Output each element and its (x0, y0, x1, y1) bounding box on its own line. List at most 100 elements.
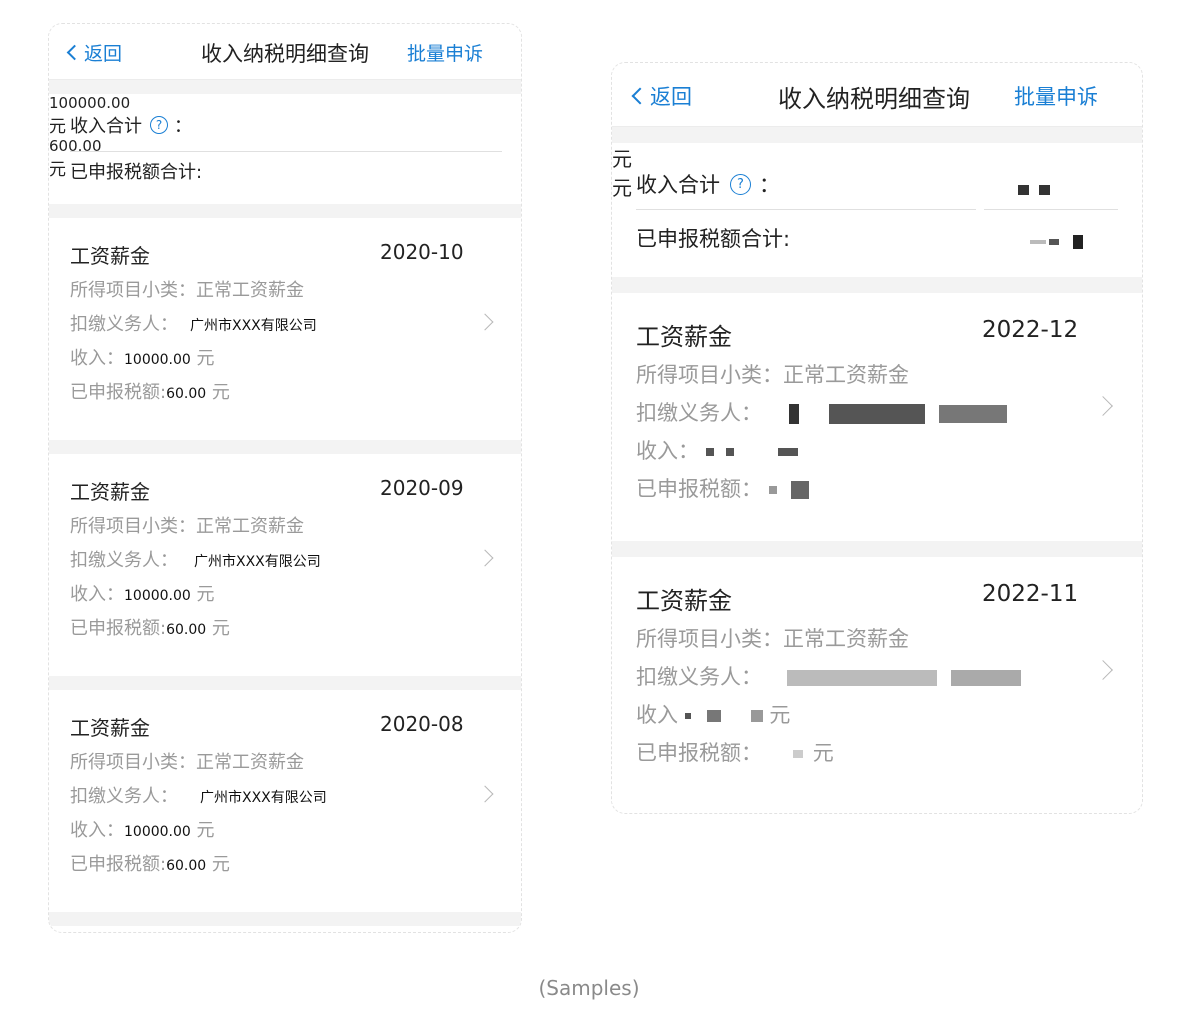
tax-total-value: 600.00 (49, 137, 102, 155)
subcategory-value: 正常工资薪金 (196, 752, 304, 773)
tax-value: 60.00 (166, 386, 207, 402)
income-line: 收入：10000.00 元 (70, 816, 215, 842)
subcategory-line: 所得项目小类：正常工资薪金 (636, 623, 909, 653)
tax-line: 已申报税额:60.00 元 (70, 614, 230, 640)
subcategory-label: 所得项目小类： (70, 516, 196, 537)
colon: ： (759, 173, 780, 197)
section-divider (49, 912, 521, 926)
tax-unit: 元 (211, 382, 230, 403)
phone-screenshot-left: 返回 收入纳税明细查询 批量申诉 收入合计 ? ： 100000.00 元 已申… (48, 23, 522, 933)
section-divider (612, 541, 1142, 557)
income-record-item[interactable]: 工资薪金 2022-11 所得项目小类：正常工资薪金 扣缴义务人： 收入 元 已… (612, 557, 1142, 805)
summary-divider (70, 151, 502, 152)
income-label: 收入： (70, 348, 124, 369)
record-date: 2020-10 (380, 240, 464, 264)
redacted-income-total (1018, 179, 1050, 198)
income-record-item[interactable]: 工资薪金 2020-09 所得项目小类：正常工资薪金 扣缴义务人： 广州市XXX有… (49, 454, 521, 676)
chevron-right-icon (476, 785, 494, 803)
withholder-line: 扣缴义务人： 广州市XXX有限公司 (70, 546, 321, 572)
withholder-value: 广州市XXX有限公司 (194, 554, 321, 570)
redacted-withholder (788, 401, 1007, 425)
withholder-label: 扣缴义务人： (70, 550, 178, 571)
withholder-line: 扣缴义务人： (636, 661, 1021, 691)
income-line: 收入：10000.00 元 (70, 580, 215, 606)
income-unit: 元 (196, 820, 215, 841)
help-icon[interactable]: ? (730, 173, 751, 195)
redacted-tax-total (1030, 231, 1083, 250)
subcategory-label: 所得项目小类： (70, 280, 196, 301)
tax-label: 已申报税额： (636, 741, 762, 765)
withholder-label: 扣缴义务人： (636, 665, 762, 689)
income-line: 收入： (636, 435, 798, 465)
withholder-line: 扣缴义务人： 广州市XXX有限公司 (70, 782, 327, 808)
income-record-item[interactable]: 工资薪金 2020-08 所得项目小类：正常工资薪金 扣缴义务人： 广州市XXX有… (49, 690, 521, 912)
tax-total-label: 已申报税额合计: (636, 227, 791, 251)
income-total-label: 收入合计 (70, 116, 142, 137)
tax-unit: 元 (211, 618, 230, 639)
tax-unit: 元 (211, 854, 230, 875)
redacted-income (705, 439, 798, 463)
phone-screenshot-right: 返回 收入纳税明细查询 批量申诉 收入合计 ? ： 元 已申报税额合计: 元 工… (611, 62, 1143, 814)
tax-label: 已申报税额: (70, 854, 167, 875)
income-record-item[interactable]: 工资薪金 2022-12 所得项目小类：正常工资薪金 扣缴义务人： 收入： 已申… (612, 293, 1142, 541)
income-unit: 元 (196, 348, 215, 369)
subcategory-value: 正常工资薪金 (783, 363, 909, 387)
withholder-value: 广州市XXX有限公司 (200, 790, 327, 806)
tax-total-label: 已申报税额合计: (70, 162, 203, 183)
income-total-row: 收入合计 ? ： (636, 169, 780, 199)
record-date: 2022-11 (982, 581, 1079, 607)
income-line: 收入 元 (636, 699, 790, 729)
tax-line: 已申报税额： (636, 473, 809, 503)
subcategory-line: 所得项目小类：正常工资薪金 (70, 276, 304, 302)
record-date: 2020-09 (380, 476, 464, 500)
tax-total-row: 已申报税额合计: (70, 158, 202, 184)
summary-panel: 收入合计 ? ： 100000.00 元 已申报税额合计: 600.00 元 (49, 94, 521, 204)
summary-divider (984, 209, 1118, 210)
tax-line: 已申报税额:60.00 元 (70, 850, 230, 876)
record-title: 工资薪金 (636, 587, 732, 615)
tax-value: 60.00 (166, 622, 207, 638)
batch-appeal-button[interactable]: 批量申诉 (1014, 81, 1098, 111)
chevron-right-icon (1093, 396, 1113, 416)
record-title: 工资薪金 (70, 244, 150, 268)
caption: (Samples) (538, 976, 640, 1000)
record-date: 2022-12 (982, 317, 1079, 343)
redacted-income (684, 703, 763, 727)
withholder-label: 扣缴义务人： (636, 401, 762, 425)
batch-appeal-button[interactable]: 批量申诉 (407, 39, 483, 66)
withholder-label: 扣缴义务人： (70, 314, 178, 335)
income-total-row: 收入合计 ? ： (70, 112, 192, 138)
subcategory-line: 所得项目小类：正常工资薪金 (636, 359, 909, 389)
income-unit: 元 (769, 703, 791, 727)
tax-label: 已申报税额: (70, 382, 167, 403)
redacted-tax (768, 477, 809, 501)
withholder-value: 广州市XXX有限公司 (190, 318, 317, 334)
subcategory-line: 所得项目小类：正常工资薪金 (70, 512, 304, 538)
income-label: 收入： (70, 820, 124, 841)
summary-divider (636, 209, 976, 210)
nav-bar: 返回 收入纳税明细查询 批量申诉 (49, 24, 521, 80)
income-total-unit: 元 (612, 147, 632, 171)
income-record-item[interactable]: 工资薪金 2020-10 所得项目小类：正常工资薪金 扣缴义务人： 广州市XXX有… (49, 218, 521, 440)
tax-unit: 元 (812, 741, 834, 765)
income-line: 收入：10000.00 元 (70, 344, 215, 370)
income-total-label: 收入合计 (636, 173, 720, 197)
section-divider (49, 80, 521, 94)
help-icon[interactable]: ? (150, 116, 168, 134)
tax-label: 已申报税额： (636, 477, 762, 501)
redacted-tax (792, 741, 813, 765)
subcategory-label: 所得项目小类： (636, 627, 783, 651)
redacted-withholder (786, 665, 1021, 689)
income-unit: 元 (196, 584, 215, 605)
section-divider (612, 277, 1142, 293)
chevron-right-icon (476, 313, 494, 331)
withholder-line: 扣缴义务人： (636, 397, 1007, 427)
section-divider (49, 676, 521, 690)
record-title: 工资薪金 (70, 716, 150, 740)
income-label: 收入 (636, 703, 678, 727)
tax-label: 已申报税额: (70, 618, 167, 639)
page-title: 收入纳税明细查询 (778, 85, 970, 113)
record-title: 工资薪金 (70, 480, 150, 504)
back-button[interactable]: 返回 (631, 81, 692, 111)
subcategory-line: 所得项目小类：正常工资薪金 (70, 748, 304, 774)
